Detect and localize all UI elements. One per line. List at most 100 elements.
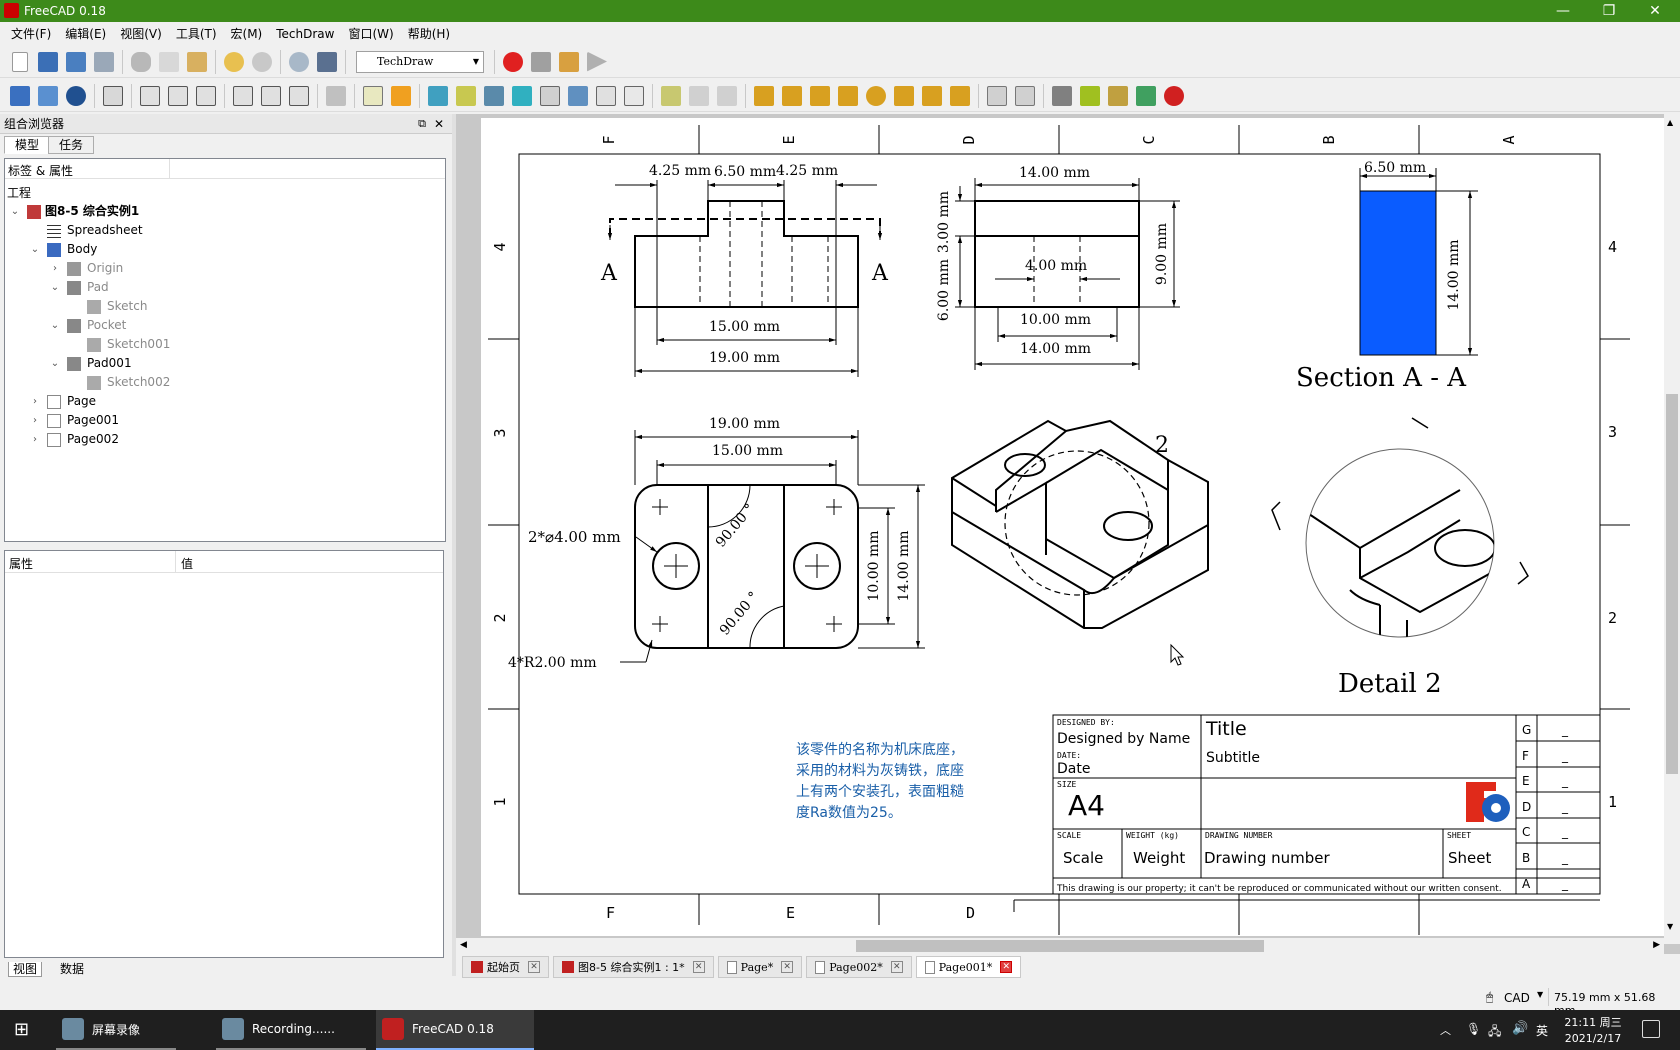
undo-button[interactable] bbox=[220, 49, 248, 75]
isometric-view[interactable]: 2 bbox=[951, 419, 1209, 629]
three-point-angle-button[interactable] bbox=[918, 83, 946, 109]
drawing-number-value[interactable]: Drawing number bbox=[1204, 849, 1331, 867]
redo-button[interactable] bbox=[248, 49, 276, 75]
tree-item-pocket[interactable]: ⌄ Pocket bbox=[5, 316, 443, 335]
draft-view-button[interactable] bbox=[564, 83, 592, 109]
scroll-down-icon[interactable]: ▼ bbox=[1667, 922, 1673, 931]
tab-tasks[interactable]: 任务 bbox=[48, 136, 95, 154]
menu-window[interactable]: 窗口(W) bbox=[341, 22, 400, 46]
macro-stop-button[interactable] bbox=[527, 49, 555, 75]
tree-item-sketch001[interactable]: Sketch001 bbox=[5, 335, 443, 354]
view-left-button[interactable] bbox=[285, 83, 313, 109]
tab-model[interactable]: 模型 bbox=[4, 136, 51, 154]
view-iso-button[interactable] bbox=[99, 83, 127, 109]
doctab-document[interactable]: 图8-5 综合实例1 : 1* ✕ bbox=[553, 956, 714, 978]
save-as-button[interactable] bbox=[90, 49, 118, 75]
tree-item-spreadsheet[interactable]: Spreadsheet bbox=[5, 221, 443, 240]
refresh-button[interactable] bbox=[285, 49, 313, 75]
title-value[interactable]: Title bbox=[1205, 718, 1247, 740]
close-tab-icon[interactable]: ✕ bbox=[781, 961, 794, 973]
image-button[interactable] bbox=[1132, 83, 1160, 109]
minimize-button[interactable]: — bbox=[1540, 0, 1586, 22]
clock-time[interactable]: 21:11 周三 bbox=[1558, 1014, 1628, 1030]
close-tab-icon[interactable]: ✕ bbox=[1000, 961, 1013, 973]
view-right-button[interactable] bbox=[192, 83, 220, 109]
chevron-right-icon[interactable]: › bbox=[29, 392, 41, 411]
view-top-button[interactable] bbox=[164, 83, 192, 109]
tab-data[interactable]: 数据 bbox=[56, 962, 88, 976]
fit-all-button[interactable] bbox=[6, 83, 34, 109]
windows-start-icon[interactable]: ⊞ bbox=[14, 1020, 34, 1040]
scale-value[interactable]: Scale bbox=[1063, 849, 1103, 867]
chevron-down-icon[interactable]: ⌄ bbox=[49, 354, 61, 373]
ime-indicator[interactable]: 英 bbox=[1536, 1022, 1548, 1039]
chevron-right-icon[interactable]: › bbox=[49, 259, 61, 278]
export-dxf-button[interactable] bbox=[1011, 83, 1039, 109]
maximize-button[interactable]: ❐ bbox=[1586, 0, 1632, 22]
tree-item-page001[interactable]: › Page001 bbox=[5, 411, 443, 430]
vertical-scroll-thumb[interactable] bbox=[1666, 394, 1678, 774]
chevron-down-icon[interactable]: ⌄ bbox=[29, 240, 41, 259]
side-view[interactable]: 14.00 mm 3.00 mm 6.00 mm 4.00 mm 9.00 mm… bbox=[936, 165, 1180, 370]
revision-b-value[interactable]: _ bbox=[1561, 851, 1569, 865]
active-view-button[interactable] bbox=[452, 83, 480, 109]
doctab-start[interactable]: 起始页 ✕ bbox=[462, 956, 549, 978]
insert-view-button[interactable] bbox=[424, 83, 452, 109]
copy-button[interactable] bbox=[155, 49, 183, 75]
annotation-note[interactable]: 该零件的名称为机床底座， 采用的材料为灰铸铁，底座 上有两个安装孔，表面粗糙 度… bbox=[796, 742, 964, 821]
doctab-page002[interactable]: Page002* ✕ bbox=[806, 956, 912, 978]
revision-f-value[interactable]: _ bbox=[1561, 749, 1569, 763]
drawing-page[interactable]: F E D C B A F E D 4 3 2 1 4 3 2 1 4.25 m… bbox=[481, 118, 1669, 936]
sheet-value[interactable]: Sheet bbox=[1448, 849, 1491, 867]
weight-value[interactable]: Weight bbox=[1133, 849, 1185, 867]
menu-tools[interactable]: 工具(T) bbox=[169, 22, 224, 46]
view-rear-button[interactable] bbox=[229, 83, 257, 109]
close-panel-icon[interactable]: ✕ bbox=[434, 114, 444, 134]
chevron-down-icon[interactable]: ▼ bbox=[1537, 990, 1543, 999]
close-button[interactable]: ✕ bbox=[1632, 0, 1678, 22]
detail-view-button[interactable] bbox=[536, 83, 564, 109]
revision-g-value[interactable]: _ bbox=[1561, 723, 1569, 737]
tab-view[interactable]: 视图 bbox=[8, 962, 43, 977]
diameter-dimension-button[interactable] bbox=[862, 83, 890, 109]
scroll-left-icon[interactable]: ◀ bbox=[460, 940, 467, 950]
revision-a-value[interactable]: _ bbox=[1561, 877, 1569, 891]
projection-group-button[interactable] bbox=[480, 83, 508, 109]
clip-add-button[interactable] bbox=[685, 83, 713, 109]
tree-item-page[interactable]: › Page bbox=[5, 392, 443, 411]
tree-item-body[interactable]: ⌄ Body bbox=[5, 240, 443, 259]
top-view[interactable]: 19.00 mm 15.00 mm 2*⌀4.00 mm 4*R2.00 mm … bbox=[508, 416, 925, 671]
revision-d-value[interactable]: _ bbox=[1561, 800, 1569, 814]
chevron-right-icon[interactable]: › bbox=[29, 430, 41, 449]
chevron-down-icon[interactable]: ⌄ bbox=[49, 316, 61, 335]
close-tab-icon[interactable]: ✕ bbox=[692, 961, 705, 973]
size-value[interactable]: A4 bbox=[1068, 789, 1105, 822]
revision-e-value[interactable]: _ bbox=[1561, 774, 1569, 788]
tree-item-pad[interactable]: ⌄ Pad bbox=[5, 278, 443, 297]
notification-center-icon[interactable] bbox=[1642, 1020, 1660, 1038]
taskbar-item-freecad[interactable]: FreeCAD 0.18 bbox=[376, 1010, 534, 1050]
tray-chevron-up-icon[interactable]: ︿ bbox=[1440, 1022, 1451, 1038]
menu-view[interactable]: 视图(V) bbox=[113, 22, 169, 46]
view-front-button[interactable] bbox=[136, 83, 164, 109]
menu-file[interactable]: 文件(F) bbox=[4, 22, 58, 46]
network-icon[interactable]: 🖧 bbox=[1488, 1022, 1501, 1043]
link-dimension-button[interactable] bbox=[946, 83, 974, 109]
scroll-up-icon[interactable]: ▲ bbox=[1667, 118, 1673, 127]
chevron-down-icon[interactable]: ⌄ bbox=[9, 202, 21, 221]
doctab-page[interactable]: Page* ✕ bbox=[717, 956, 803, 978]
clip-remove-button[interactable] bbox=[713, 83, 741, 109]
section-view-button[interactable] bbox=[508, 83, 536, 109]
chevron-right-icon[interactable]: › bbox=[29, 411, 41, 430]
horizontal-scrollbar[interactable]: ◀ ▶ bbox=[456, 938, 1664, 954]
macro-run-button[interactable] bbox=[583, 49, 611, 75]
measure-button[interactable] bbox=[322, 83, 350, 109]
clip-group-button[interactable] bbox=[657, 83, 685, 109]
tree-item-sketch[interactable]: Sketch bbox=[5, 297, 443, 316]
menu-macro[interactable]: 宏(M) bbox=[224, 22, 270, 46]
tree-item-origin[interactable]: › Origin bbox=[5, 259, 443, 278]
workbench-selector[interactable]: TechDraw bbox=[356, 50, 484, 73]
float-panel-icon[interactable]: ⧉ bbox=[418, 114, 426, 134]
whats-this-button[interactable] bbox=[313, 49, 341, 75]
tree-item-8-5-1[interactable]: ⌄ 图8-5 综合实例1 bbox=[5, 202, 443, 221]
